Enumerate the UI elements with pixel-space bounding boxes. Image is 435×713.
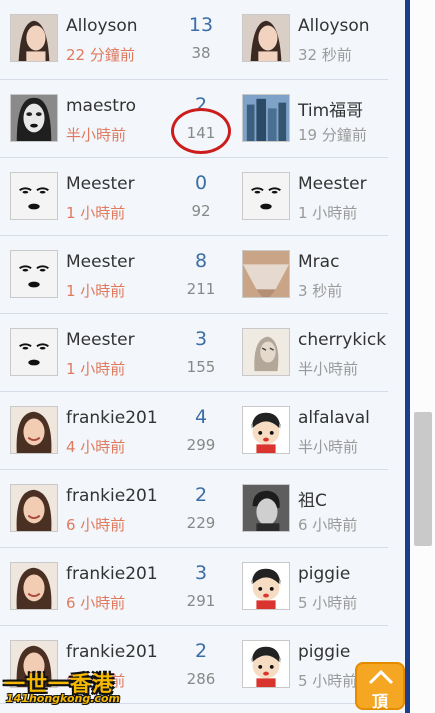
last-poster-name[interactable]: Alloyson	[298, 16, 388, 36]
reply-count: 8	[194, 250, 208, 272]
view-count: 299	[186, 436, 216, 454]
author-name[interactable]: Meester	[66, 174, 158, 194]
thread-row[interactable]: Meester 1 小時前 3 155 cherrykick 半小時前	[0, 314, 388, 392]
last-post-time: 3 秒前	[298, 282, 343, 300]
last-poster-name[interactable]: alfalaval	[298, 408, 388, 428]
thread-row[interactable]: frankie2012 4 小時前 4 299 alfalaval 半小時前	[0, 392, 388, 470]
post-time: 1 小時前	[66, 204, 126, 222]
last-poster-name[interactable]: Tim福哥	[298, 96, 388, 121]
reply-count: 13	[188, 14, 214, 36]
last-poster-avatar[interactable]	[242, 484, 290, 532]
author-avatar[interactable]	[10, 328, 58, 376]
post-time: 半小時前	[66, 126, 127, 144]
last-poster-name[interactable]: cherrykick	[298, 330, 388, 350]
reply-count: 2	[194, 640, 208, 662]
last-poster-name[interactable]: Mrac	[298, 252, 388, 272]
back-to-top-button[interactable]: 頂	[355, 662, 405, 711]
reply-count: 3	[194, 562, 208, 584]
chevron-up-icon	[368, 669, 394, 685]
watermark-en-text: 141hongkong.com	[6, 692, 120, 705]
last-poster-name[interactable]: 祖C	[298, 486, 388, 511]
author-name[interactable]: frankie2012	[66, 408, 158, 428]
last-poster-avatar[interactable]	[242, 172, 290, 220]
view-count: 229	[186, 514, 216, 532]
last-poster-avatar[interactable]	[242, 406, 290, 454]
thread-row[interactable]: frankie2012 6 小時前 2 229 祖C 6 小時前	[0, 470, 388, 548]
scrollbar-thumb[interactable]	[414, 412, 432, 546]
last-poster-avatar[interactable]	[242, 94, 290, 142]
view-count: 92	[191, 202, 211, 220]
reply-count: 4	[194, 406, 208, 428]
last-poster-name[interactable]: piggie	[298, 564, 388, 584]
post-time: 22 分鐘前	[66, 46, 135, 64]
author-name[interactable]: Meester	[66, 330, 158, 350]
last-post-time: 半小時前	[298, 438, 359, 456]
last-post-time: 32 秒前	[298, 46, 352, 64]
author-avatar[interactable]	[10, 406, 58, 454]
author-avatar[interactable]	[10, 484, 58, 532]
post-time: 1 小時前	[66, 360, 126, 378]
view-count: 291	[186, 592, 216, 610]
last-post-time: 半小時前	[298, 360, 359, 378]
highlight-circle-annotation	[171, 108, 231, 154]
reply-count: 2	[194, 484, 208, 506]
thread-row[interactable]: Meester 1 小時前 0 92 Meester 1 小時前	[0, 158, 388, 236]
thread-row[interactable]: frankie2012 6 小時前 3 291 piggie 5 小時前	[0, 548, 388, 626]
scrollbar-edge	[405, 0, 410, 713]
view-count: 155	[186, 358, 216, 376]
author-avatar[interactable]	[10, 562, 58, 610]
thread-row[interactable]: Meester 1 小時前 8 211 Mrac 3 秒前	[0, 236, 388, 314]
thread-list: Alloyson 22 分鐘前 13 38 Alloyson 32 秒前 maestro 半小…	[0, 0, 388, 704]
site-watermark: 一世一香港 141hongkong.com	[4, 668, 124, 708]
author-avatar[interactable]	[10, 14, 58, 62]
last-poster-avatar[interactable]	[242, 640, 290, 688]
thread-row[interactable]: Alloyson 22 分鐘前 13 38 Alloyson 32 秒前	[0, 0, 388, 80]
author-name[interactable]: Meester	[66, 252, 158, 272]
view-count: 286	[186, 670, 216, 688]
post-time: 6 小時前	[66, 594, 126, 612]
post-time: 6 小時前	[66, 516, 126, 534]
last-post-time: 5 小時前	[298, 672, 358, 690]
author-avatar[interactable]	[10, 250, 58, 298]
last-poster-name[interactable]: piggie	[298, 642, 388, 662]
author-name[interactable]: Alloyson	[66, 16, 158, 36]
back-to-top-label: 頂	[372, 692, 389, 711]
post-time: 1 小時前	[66, 282, 126, 300]
last-poster-avatar[interactable]	[242, 562, 290, 610]
author-name[interactable]: frankie2012	[66, 486, 158, 506]
last-poster-avatar[interactable]	[242, 14, 290, 62]
author-name[interactable]: maestro	[66, 96, 158, 116]
reply-count: 3	[194, 328, 208, 350]
author-avatar[interactable]	[10, 172, 58, 220]
view-count: 38	[191, 44, 211, 62]
last-poster-name[interactable]: Meester	[298, 174, 388, 194]
author-name[interactable]: frankie2012	[66, 642, 158, 662]
view-count: 211	[186, 280, 216, 298]
last-post-time: 5 小時前	[298, 594, 358, 612]
reply-count: 0	[194, 172, 208, 194]
last-post-time: 1 小時前	[298, 204, 358, 222]
post-time: 4 小時前	[66, 438, 126, 456]
last-poster-avatar[interactable]	[242, 250, 290, 298]
author-avatar[interactable]	[10, 94, 58, 142]
last-post-time: 6 小時前	[298, 516, 358, 534]
author-name[interactable]: frankie2012	[66, 564, 158, 584]
last-poster-avatar[interactable]	[242, 328, 290, 376]
last-post-time: 19 分鐘前	[298, 126, 367, 144]
